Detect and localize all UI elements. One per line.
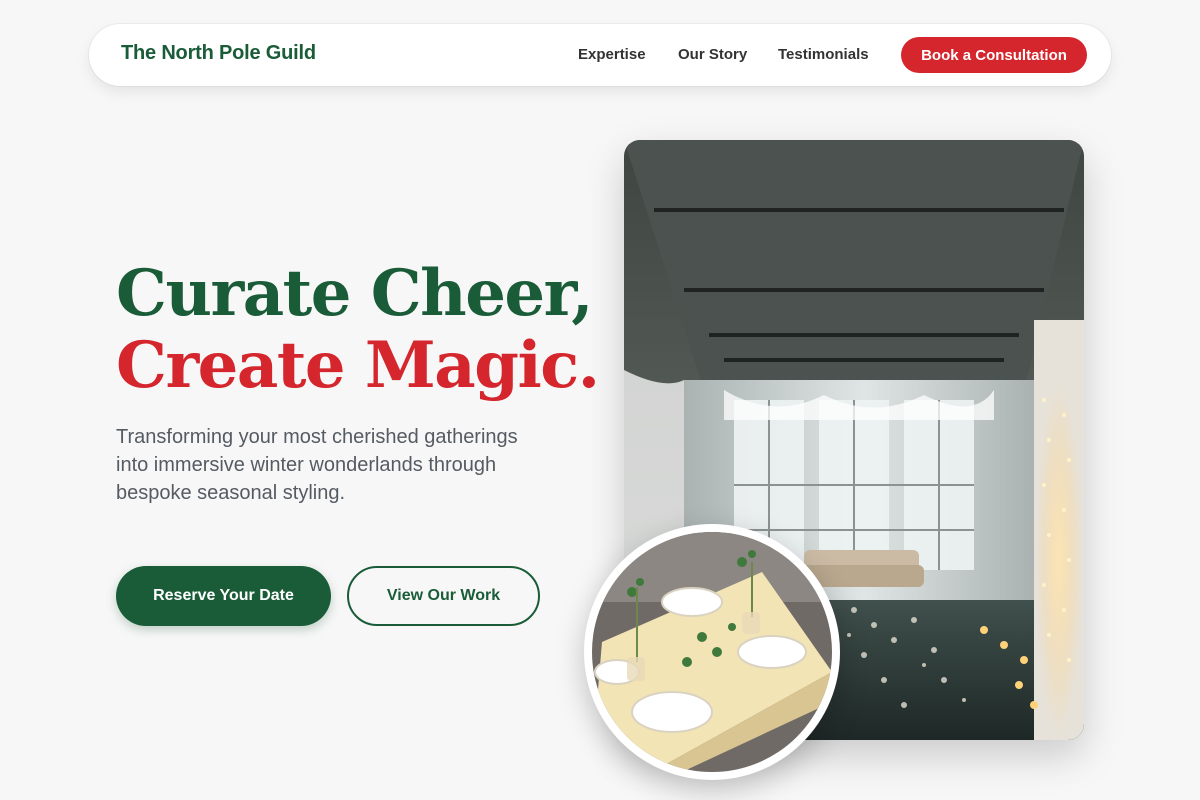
hero-title: Curate Cheer, Create Magic. — [116, 256, 600, 403]
hero-title-line-2: Create Magic. — [116, 328, 600, 403]
hero-title-line-1: Curate Cheer, — [116, 256, 593, 331]
book-consultation-button[interactable]: Book a Consultation — [901, 37, 1087, 73]
brand-logo[interactable]: The North Pole Guild — [121, 42, 316, 65]
hero-subtitle: Transforming your most cherished gatheri… — [116, 426, 518, 504]
nav-link-our-story[interactable]: Our Story — [678, 46, 747, 63]
top-navbar: The North Pole Guild Expertise Our Story… — [89, 24, 1111, 86]
table-setting-photo — [584, 524, 840, 780]
view-work-button[interactable]: View Our Work — [347, 566, 540, 626]
nav-link-testimonials[interactable]: Testimonials — [778, 46, 869, 63]
nav-link-expertise[interactable]: Expertise — [578, 46, 646, 63]
reserve-date-button[interactable]: Reserve Your Date — [116, 566, 331, 626]
